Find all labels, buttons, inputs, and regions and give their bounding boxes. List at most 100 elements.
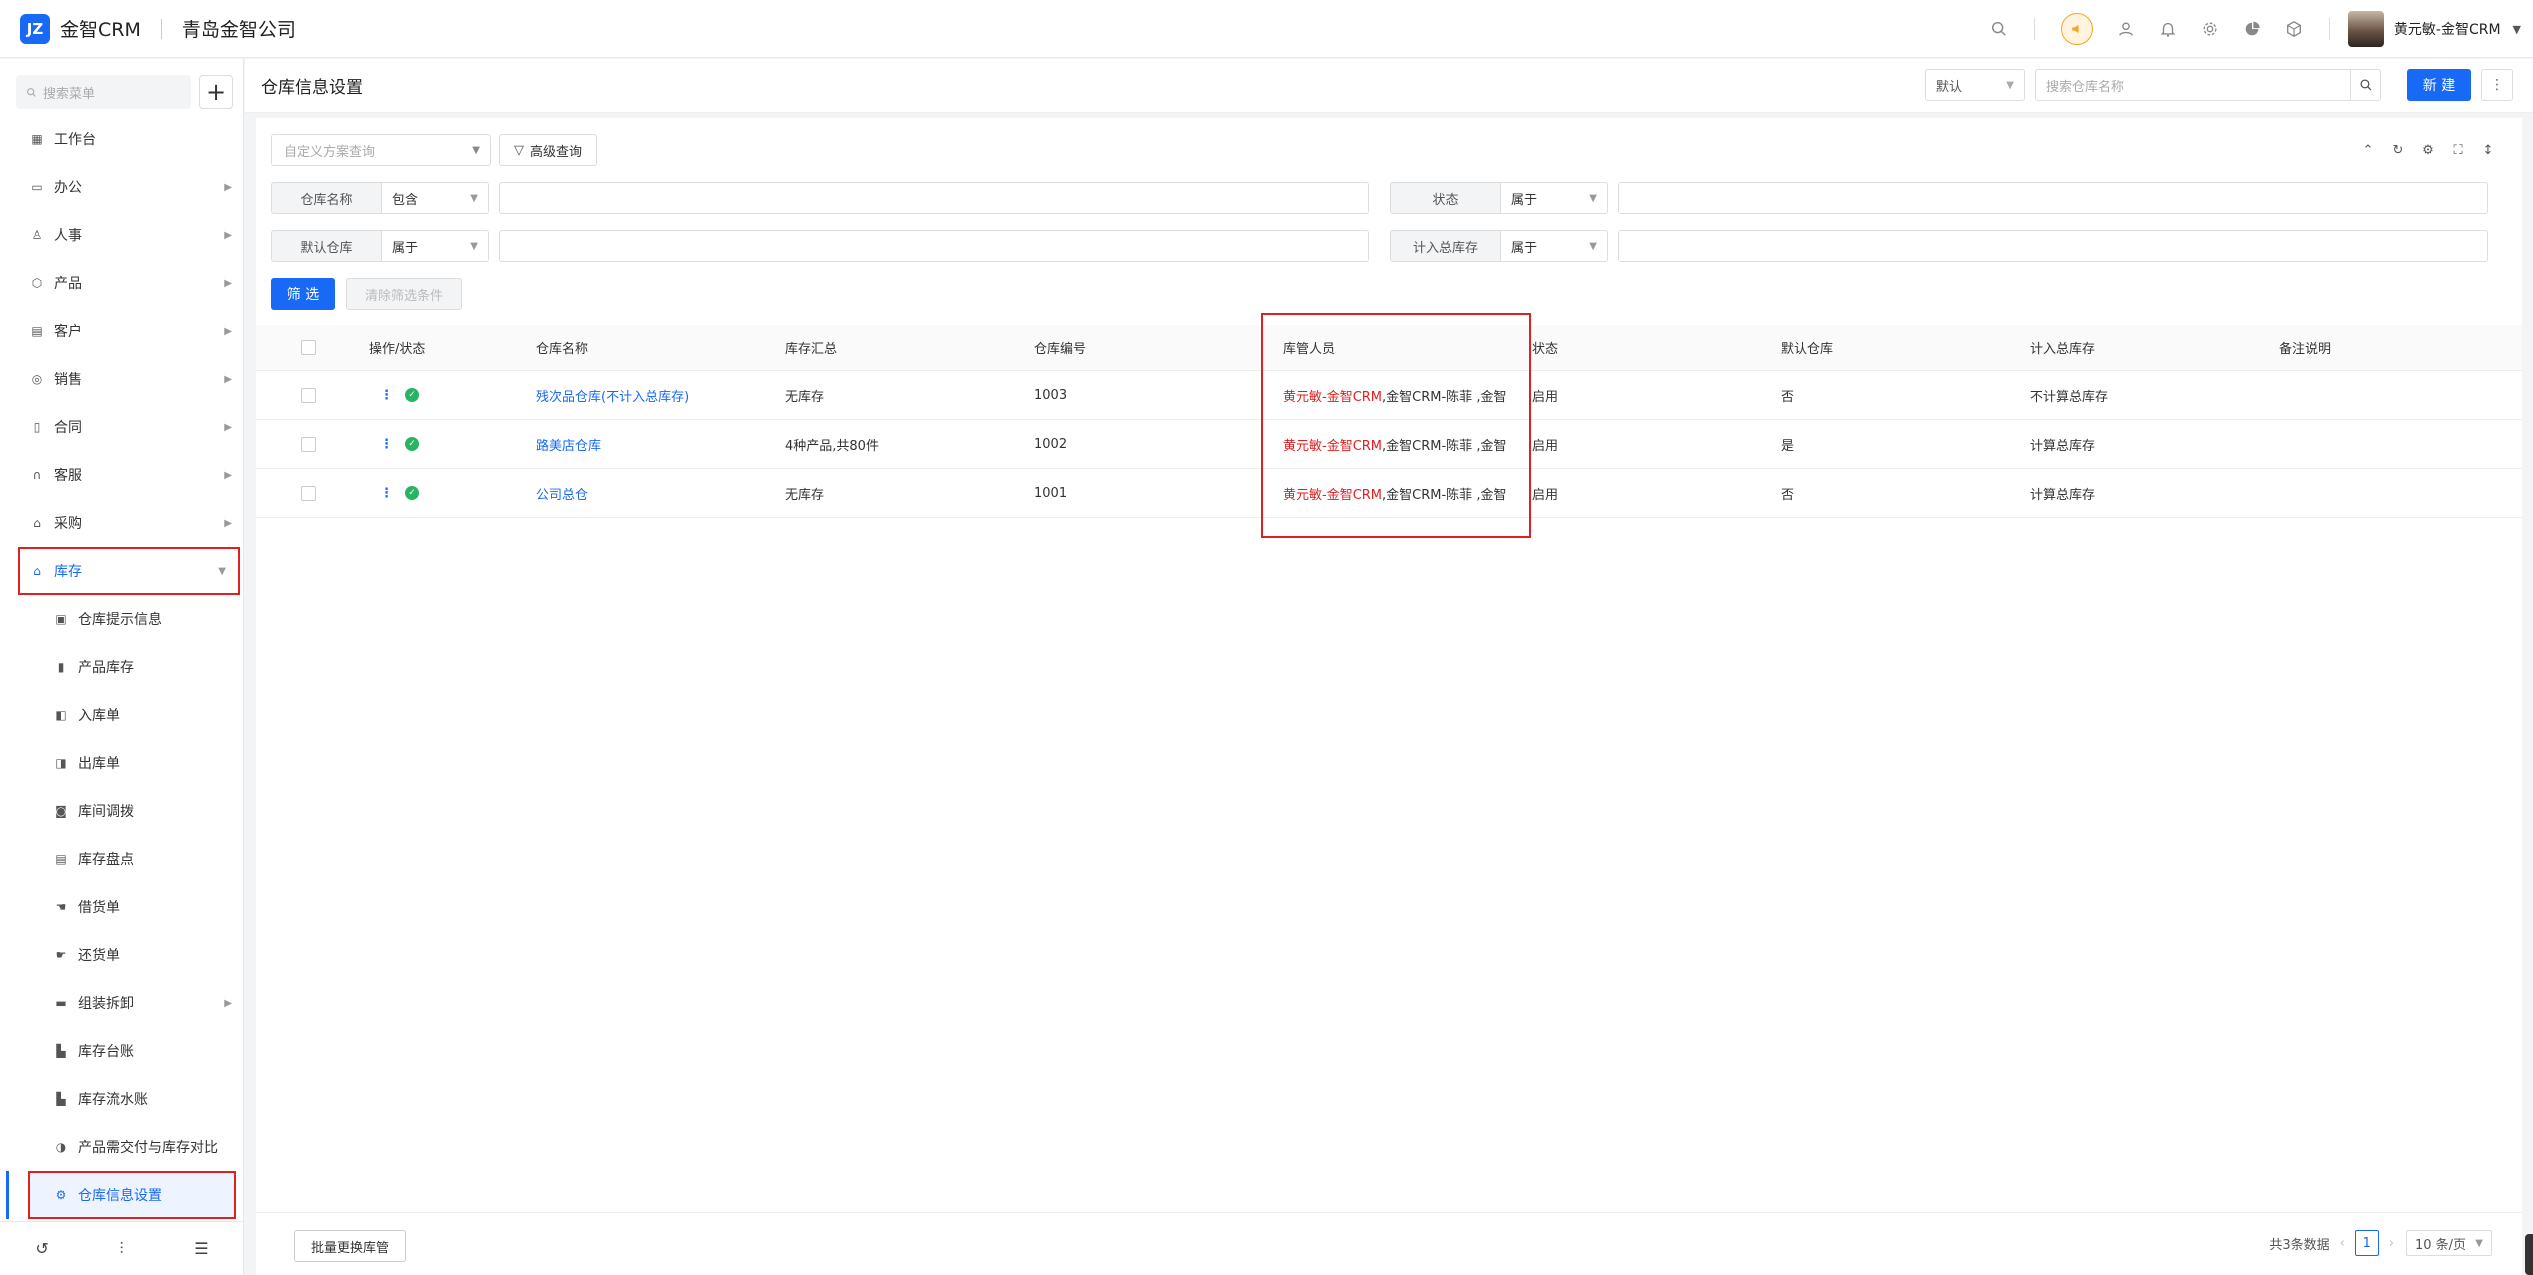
table-row[interactable]: ⋮ ✓ 公司总仓 无库存 1001 黄元敏-金智CRM ,金智CRM-陈菲 ,金… <box>256 469 2522 518</box>
filter-operator-select[interactable]: 包含 ▼ <box>381 182 489 214</box>
row-height-icon[interactable]: ↕ <box>2478 140 2498 160</box>
sidebar-item-office[interactable]: ▭ 办公 ▶ <box>0 163 244 211</box>
more-actions-icon[interactable]: ⋮ <box>380 388 393 403</box>
select-all-checkbox[interactable] <box>301 325 316 370</box>
menu-search-input[interactable]: 搜索菜单 <box>16 75 191 109</box>
pie-chart-icon[interactable] <box>2242 19 2262 39</box>
sidebar-subitem-warehouse-info[interactable]: ▣ 仓库提示信息 <box>0 595 244 643</box>
sidebar-item-sales[interactable]: ◎ 销售 ▶ <box>0 355 244 403</box>
warehouse-name-link[interactable]: 路美店仓库 <box>536 420 601 468</box>
table-row[interactable]: ⋮ ✓ 残次品仓库(不计入总库存) 无库存 1003 黄元敏-金智CRM ,金智… <box>256 371 2522 420</box>
prev-page-icon[interactable]: ‹ <box>2340 1236 2345 1251</box>
advanced-query-button[interactable]: ▽ 高级查询 <box>499 134 598 166</box>
filter-value-input[interactable] <box>499 230 1369 262</box>
collapse-up-icon[interactable]: ⌃ <box>2358 140 2378 160</box>
column-header[interactable]: 状态 <box>1532 325 1558 370</box>
collapse-menu-icon[interactable]: ☰ <box>194 1239 208 1258</box>
page-size-select[interactable]: 10 条/页 ▼ <box>2406 1230 2492 1256</box>
row-checkbox[interactable] <box>301 420 316 468</box>
settings-sliders-icon[interactable]: ⫶ <box>120 1239 124 1259</box>
logo[interactable]: JZ 金智CRM <box>20 13 141 44</box>
filter-operator-select[interactable]: 属于 ▼ <box>1500 230 1608 262</box>
refresh-icon[interactable]: ↻ <box>2388 140 2408 160</box>
fullscreen-icon[interactable]: ⛶ <box>2448 140 2468 160</box>
sidebar-subitem-journal[interactable]: ▙ 库存流水账 <box>0 1075 244 1123</box>
announcement-icon[interactable] <box>2060 13 2093 45</box>
scheme-placeholder: 自定义方案查询 <box>284 144 376 160</box>
batch-change-manager-button[interactable]: 批量更换库管 <box>294 1230 407 1262</box>
search-button[interactable] <box>2351 69 2381 101</box>
sidebar-item-product[interactable]: ⬡ 产品 ▶ <box>0 259 244 307</box>
warehouse-name-link[interactable]: 残次品仓库(不计入总库存) <box>536 371 689 419</box>
user-name[interactable]: 黄元敏-金智CRM <box>2394 19 2501 39</box>
sidebar-subitem-ledger[interactable]: ▙ 库存台账 <box>0 1027 244 1075</box>
more-icon[interactable]: ⋮ <box>2481 69 2513 101</box>
sidebar-subitem-stocktake[interactable]: ▤ 库存盘点 <box>0 835 244 883</box>
box-icon[interactable] <box>2284 19 2304 39</box>
avatar[interactable] <box>2347 11 2384 47</box>
row-checkbox[interactable] <box>301 469 316 517</box>
sidebar-subitem-compare[interactable]: ◑ 产品需交付与库存对比 <box>0 1123 244 1171</box>
column-header[interactable]: 库存汇总 <box>785 325 837 370</box>
sidebar-item-hr[interactable]: ♙ 人事 ▶ <box>0 211 244 259</box>
history-icon[interactable]: ↺ <box>35 1239 48 1258</box>
search-icon <box>2359 79 2371 91</box>
more-actions-icon[interactable]: ⋮ <box>380 486 393 501</box>
clear-filter-button[interactable]: 清除筛选条件 <box>346 278 462 310</box>
filter-value-input[interactable] <box>1618 230 2488 262</box>
status-ok-icon: ✓ <box>405 486 419 500</box>
add-menu-button[interactable]: + <box>199 75 233 109</box>
filter-operator-select[interactable]: 属于 ▼ <box>381 230 489 262</box>
sidebar-subitem-warehouse-settings[interactable]: ⚙ 仓库信息设置 <box>28 1171 236 1219</box>
side-handle[interactable] <box>2525 1234 2533 1275</box>
sidebar-item-customer[interactable]: ▤ 客户 ▶ <box>0 307 244 355</box>
page-number[interactable]: 1 <box>2354 1230 2379 1256</box>
people-icon: ♙ <box>31 228 43 242</box>
sidebar-subitem-product-stock[interactable]: ▮ 产品库存 <box>0 643 244 691</box>
column-settings-icon[interactable]: ⚙ <box>2418 140 2438 160</box>
sidebar-subitem-assembly[interactable]: ▬ 组装拆卸 ▶ <box>0 979 244 1027</box>
warehouse-code: 1003 <box>1034 387 1068 403</box>
column-header[interactable]: 仓库名称 <box>536 325 588 370</box>
sidebar-subitem-return[interactable]: ☛ 还货单 <box>0 931 244 979</box>
sidebar-subitem-outbound[interactable]: ◨ 出库单 <box>0 739 244 787</box>
column-header[interactable]: 默认仓库 <box>1781 325 1833 370</box>
sidebar-item-service[interactable]: ∩ 客服 ▶ <box>0 451 244 499</box>
new-button[interactable]: 新 建 <box>2407 69 2471 101</box>
contacts-icon[interactable] <box>2116 19 2136 39</box>
warehouse-name-link[interactable]: 公司总仓 <box>536 469 588 517</box>
column-header[interactable]: 仓库编号 <box>1034 325 1086 370</box>
sidebar-item-contract[interactable]: ▯ 合同 ▶ <box>0 403 244 451</box>
view-select[interactable]: 默认 ▼ <box>1925 69 2025 101</box>
column-header[interactable]: 备注说明 <box>2279 325 2331 370</box>
file-icon: ▮ <box>57 660 65 674</box>
filter-value-input[interactable] <box>1618 182 2488 214</box>
filter-operator-select[interactable]: 属于 ▼ <box>1500 182 1608 214</box>
warehouse-managers: 黄元敏-金智CRM ,金智CRM-陈菲 ,金智 <box>1283 420 1525 468</box>
search-icon[interactable] <box>1989 19 2009 39</box>
filter-button[interactable]: 筛 选 <box>271 278 335 310</box>
bell-icon[interactable] <box>2158 19 2178 39</box>
search-input[interactable]: 搜索仓库名称 <box>2035 69 2351 101</box>
more-actions-icon[interactable]: ⋮ <box>380 437 393 452</box>
filter-value-input[interactable] <box>499 182 1369 214</box>
sidebar-subitem-borrow[interactable]: ☚ 借货单 <box>0 883 244 931</box>
gear-icon[interactable] <box>2200 19 2220 39</box>
table-row[interactable]: ⋮ ✓ 路美店仓库 4种产品,共80件 1002 黄元敏-金智CRM ,金智CR… <box>256 420 2522 469</box>
sidebar-subitem-transfer[interactable]: ◙ 库间调拨 <box>0 787 244 835</box>
column-header[interactable]: 库管人员 <box>1283 325 1335 370</box>
column-header[interactable]: 计入总库存 <box>2030 325 2095 370</box>
company-name[interactable]: 青岛金智公司 <box>182 15 296 42</box>
sidebar-item-workbench[interactable]: ▦ 工作台 <box>0 115 244 163</box>
sidebar-item-label: 产品 <box>54 276 82 292</box>
custom-scheme-select[interactable]: 自定义方案查询 ▼ <box>271 134 491 166</box>
row-checkbox[interactable] <box>301 371 316 419</box>
pagination: 共3条数据 ‹ 1 › 10 条/页 ▼ <box>2269 1230 2492 1256</box>
sidebar-item-purchase[interactable]: ⌂ 采购 ▶ <box>0 499 244 547</box>
sidebar-item-inventory[interactable]: ⌂ 库存 ▼ <box>18 547 240 595</box>
sidebar-subitem-inbound[interactable]: ◧ 入库单 <box>0 691 244 739</box>
next-page-icon[interactable]: › <box>2389 1236 2394 1251</box>
chevron-down-icon[interactable]: ▼ <box>2513 23 2521 36</box>
outbound-icon: ◨ <box>55 756 67 770</box>
sidebar-item-label: 出库单 <box>78 756 120 772</box>
